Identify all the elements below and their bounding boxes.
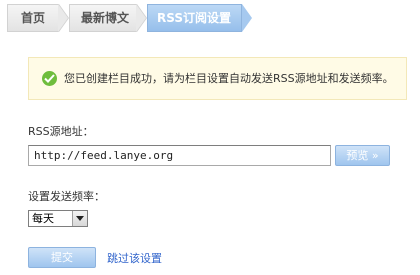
check-circle-icon: [42, 71, 57, 86]
rss-url-label: RSS源地址：: [28, 125, 94, 138]
breadcrumb-item-label: RSS订阅设置: [157, 11, 231, 25]
frequency-label: 设置发送频率：: [28, 190, 105, 203]
submit-button[interactable]: 提交: [28, 247, 96, 268]
breadcrumb-item-label: 最新博文: [81, 11, 130, 25]
frequency-select[interactable]: 每天: [28, 210, 88, 227]
breadcrumb-separator-fill: [58, 4, 68, 32]
success-notice: 您已创建栏目成功，请为栏目设置自动发送RSS源地址和发送频率。: [28, 57, 407, 100]
breadcrumb-separator-fill: [136, 4, 146, 32]
chevron-down-icon[interactable]: [72, 211, 87, 226]
frequency-selected-value: 每天: [32, 212, 54, 225]
rss-url-input[interactable]: http://feed.lanye.org: [28, 145, 331, 166]
skip-setting-link[interactable]: 跳过该设置: [107, 250, 162, 266]
breadcrumb: 首页 最新博文 RSS订阅设置: [7, 4, 252, 32]
breadcrumb-item-label: 首页: [21, 11, 46, 25]
preview-button[interactable]: 预览 »: [335, 145, 390, 166]
notice-message: 您已创建栏目成功，请为栏目设置自动发送RSS源地址和发送频率。: [64, 72, 394, 85]
breadcrumb-current-arrow: [242, 4, 252, 32]
